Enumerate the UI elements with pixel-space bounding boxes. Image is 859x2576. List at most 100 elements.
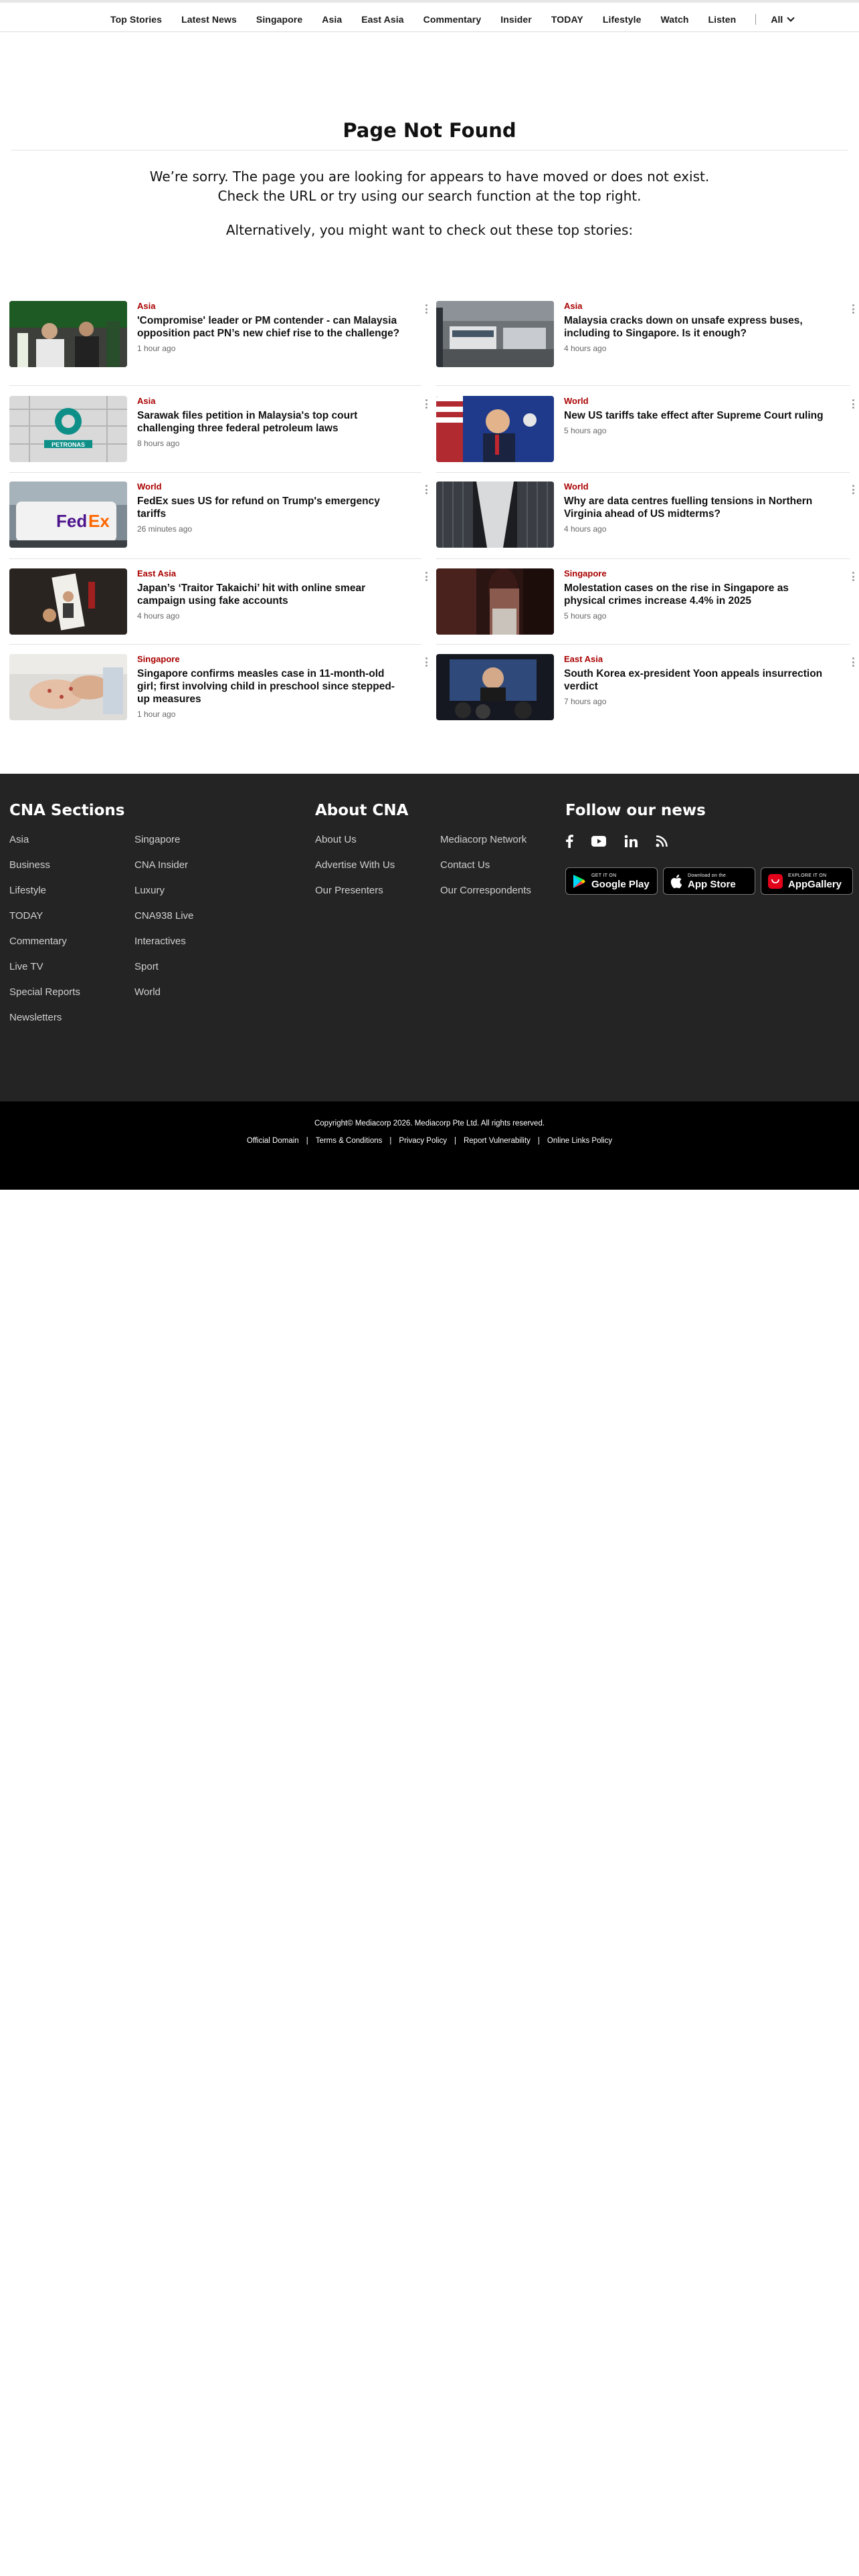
story-category[interactable]: Asia bbox=[137, 301, 405, 311]
story-thumbnail[interactable] bbox=[9, 301, 127, 367]
footer-link-lifestyle[interactable]: Lifestyle bbox=[9, 885, 46, 896]
story-time: 26 minutes ago bbox=[137, 524, 193, 534]
nav-all-dropdown[interactable]: All bbox=[771, 13, 795, 25]
story-card[interactable]: East Asia Japan’s ‘Traitor Takaichi’ hit… bbox=[9, 568, 428, 654]
facebook-icon[interactable] bbox=[565, 835, 573, 851]
report-vulnerability-link[interactable]: Report Vulnerability bbox=[464, 1137, 531, 1145]
official-domain-link[interactable]: Official Domain bbox=[247, 1137, 299, 1145]
story-headline[interactable]: Singapore confirms measles case in 11-mo… bbox=[137, 667, 405, 706]
story-thumbnail[interactable] bbox=[436, 481, 554, 548]
story-thumbnail[interactable] bbox=[436, 301, 554, 367]
story-category[interactable]: Asia bbox=[564, 301, 832, 311]
app-store-badge[interactable]: Download on the App Store bbox=[663, 867, 755, 895]
nav-lifestyle[interactable]: Lifestyle bbox=[603, 14, 642, 25]
story-card[interactable]: World New US tariffs take effect after S… bbox=[436, 396, 855, 481]
story-headline[interactable]: Malaysia cracks down on unsafe express b… bbox=[564, 314, 832, 340]
footer-link-singapore[interactable]: Singapore bbox=[134, 834, 180, 845]
story-card[interactable]: Singapore Singapore confirms measles cas… bbox=[9, 654, 428, 740]
app-gallery-badge[interactable]: EXPLORE IT ON AppGallery bbox=[761, 867, 853, 895]
story-card[interactable]: PETRONAS Asia Sarawak files petition in … bbox=[9, 396, 428, 481]
nav-watch[interactable]: Watch bbox=[661, 14, 689, 25]
footer-link-world[interactable]: World bbox=[134, 986, 161, 998]
footer-link-sport[interactable]: Sport bbox=[134, 961, 159, 972]
story-headline[interactable]: South Korea ex-president Yoon appeals in… bbox=[564, 667, 832, 693]
youtube-icon[interactable] bbox=[591, 836, 606, 850]
nav-commentary[interactable]: Commentary bbox=[423, 14, 482, 25]
story-thumbnail[interactable] bbox=[436, 396, 554, 462]
privacy-policy-link[interactable]: Privacy Policy bbox=[399, 1137, 447, 1145]
more-options-icon[interactable] bbox=[425, 485, 428, 494]
footer-link-cna938-live[interactable]: CNA938 Live bbox=[134, 910, 193, 922]
more-options-icon[interactable] bbox=[425, 657, 428, 667]
google-play-badge[interactable]: GET IT ON Google Play bbox=[565, 867, 658, 895]
nav-asia[interactable]: Asia bbox=[322, 14, 342, 25]
footer-link-presenters[interactable]: Our Presenters bbox=[315, 885, 383, 896]
more-options-icon[interactable] bbox=[425, 399, 428, 409]
linkedin-icon[interactable] bbox=[624, 835, 638, 851]
nav-listen[interactable]: Listen bbox=[708, 14, 737, 25]
more-options-icon[interactable] bbox=[852, 399, 855, 409]
nav-top-stories[interactable]: Top Stories bbox=[110, 14, 162, 25]
footer-link-newsletters[interactable]: Newsletters bbox=[9, 1012, 62, 1023]
story-category[interactable]: World bbox=[564, 481, 832, 492]
terms-link[interactable]: Terms & Conditions bbox=[316, 1137, 383, 1145]
more-options-icon[interactable] bbox=[852, 572, 855, 581]
story-thumbnail[interactable] bbox=[436, 568, 554, 635]
footer-link-today[interactable]: TODAY bbox=[9, 910, 43, 922]
story-body: Asia Malaysia cracks down on unsafe expr… bbox=[564, 301, 832, 353]
footer-link-commentary[interactable]: Commentary bbox=[9, 936, 67, 947]
rss-icon[interactable] bbox=[656, 835, 668, 851]
legal-separator: | bbox=[389, 1137, 392, 1145]
more-options-icon[interactable] bbox=[852, 485, 855, 494]
story-card[interactable]: Asia Malaysia cracks down on unsafe expr… bbox=[436, 301, 855, 387]
story-card[interactable]: World Why are data centres fuelling tens… bbox=[436, 481, 855, 567]
more-options-icon[interactable] bbox=[852, 657, 855, 667]
story-thumbnail[interactable] bbox=[9, 654, 127, 720]
story-thumbnail[interactable] bbox=[436, 654, 554, 720]
footer-link-cna-insider[interactable]: CNA Insider bbox=[134, 859, 188, 871]
footer-link-asia[interactable]: Asia bbox=[9, 834, 29, 845]
footer-link-about-us[interactable]: About Us bbox=[315, 834, 357, 845]
footer-link-special-reports[interactable]: Special Reports bbox=[9, 986, 80, 998]
footer-link-mediacorp-network[interactable]: Mediacorp Network bbox=[440, 834, 527, 845]
nav-insider[interactable]: Insider bbox=[500, 14, 532, 25]
footer-link-live-tv[interactable]: Live TV bbox=[9, 961, 43, 972]
story-headline[interactable]: 'Compromise' leader or PM contender - ca… bbox=[137, 314, 405, 340]
footer-link-luxury[interactable]: Luxury bbox=[134, 885, 165, 896]
story-category[interactable]: Singapore bbox=[564, 568, 832, 578]
story-card[interactable]: East Asia South Korea ex-president Yoon … bbox=[436, 654, 855, 740]
footer-link-interactives[interactable]: Interactives bbox=[134, 936, 186, 947]
nav-today[interactable]: TODAY bbox=[551, 14, 583, 25]
story-headline[interactable]: Japan’s ‘Traitor Takaichi’ hit with onli… bbox=[137, 582, 405, 607]
story-thumbnail[interactable] bbox=[9, 568, 127, 635]
footer-link-contact-us[interactable]: Contact Us bbox=[440, 859, 490, 871]
story-thumbnail[interactable]: PETRONAS bbox=[9, 396, 127, 462]
story-category[interactable]: World bbox=[137, 481, 405, 492]
more-options-icon[interactable] bbox=[852, 304, 855, 314]
nav-latest-news[interactable]: Latest News bbox=[181, 14, 237, 25]
online-links-policy-link[interactable]: Online Links Policy bbox=[547, 1137, 612, 1145]
story-card[interactable]: Asia 'Compromise' leader or PM contender… bbox=[9, 301, 428, 387]
story-card[interactable]: Fed Ex World FedEx sues US for refund on … bbox=[9, 481, 428, 567]
nav-singapore[interactable]: Singapore bbox=[256, 14, 302, 25]
more-options-icon[interactable] bbox=[425, 304, 428, 314]
story-card[interactable]: Singapore Molestation cases on the rise … bbox=[436, 568, 855, 654]
story-category[interactable]: East Asia bbox=[564, 654, 832, 664]
footer-link-correspondents[interactable]: Our Correspondents bbox=[440, 885, 531, 896]
story-category[interactable]: World bbox=[564, 396, 832, 406]
story-headline[interactable]: Molestation cases on the rise in Singapo… bbox=[564, 582, 832, 607]
more-options-icon[interactable] bbox=[425, 572, 428, 581]
footer-link-business[interactable]: Business bbox=[9, 859, 50, 871]
story-headline[interactable]: Sarawak files petition in Malaysia's top… bbox=[137, 409, 405, 435]
story-headline[interactable]: FedEx sues US for refund on Trump's emer… bbox=[137, 495, 405, 520]
nav-east-asia[interactable]: East Asia bbox=[361, 14, 403, 25]
story-thumbnail[interactable]: Fed Ex bbox=[9, 481, 127, 548]
story-category[interactable]: East Asia bbox=[137, 568, 405, 578]
story-category[interactable]: Asia bbox=[137, 396, 405, 406]
footer-link-advertise[interactable]: Advertise With Us bbox=[315, 859, 395, 871]
apple-icon bbox=[670, 874, 682, 888]
story-headline[interactable]: Why are data centres fuelling tensions i… bbox=[564, 495, 832, 520]
story-category[interactable]: Singapore bbox=[137, 654, 405, 664]
nav-list: Top Stories Latest News Singapore Asia E… bbox=[110, 9, 795, 29]
story-headline[interactable]: New US tariffs take effect after Supreme… bbox=[564, 409, 832, 422]
